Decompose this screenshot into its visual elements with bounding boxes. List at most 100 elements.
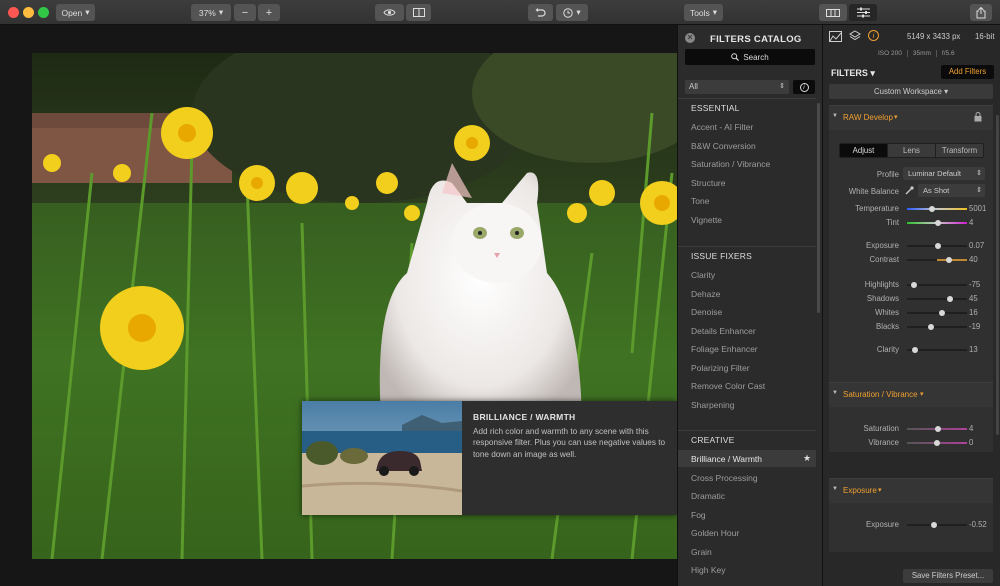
slider-handle[interactable] [946,257,952,263]
compare-button[interactable] [406,4,431,21]
minimize-window-button[interactable] [23,7,34,18]
history-button[interactable]: ▾ [556,4,588,21]
slider-track[interactable] [907,257,967,263]
catalog-item[interactable]: B&W Conversion [691,141,756,151]
slider-track[interactable] [907,243,967,249]
catalog-item[interactable]: Sharpening [691,400,734,410]
category-select[interactable]: All ⇕ [685,80,789,94]
slider-track[interactable] [907,347,967,353]
slider-track[interactable] [907,310,967,316]
sidebar-scrollbar[interactable] [996,115,999,435]
slider-handle[interactable] [929,206,936,212]
chevron-down-icon: ▾ [870,68,875,78]
slider-track[interactable] [907,282,967,288]
histogram-icon[interactable] [829,31,842,42]
raw-develop-header[interactable]: ▼ RAW Develop ▾ [829,106,993,130]
catalog-item[interactable]: Structure [691,178,726,188]
slider-label: Exposure [866,241,899,250]
slider-handle[interactable] [911,347,918,353]
catalog-item[interactable]: Brilliance / Warmth [691,454,762,464]
catalog-item[interactable]: Fog [691,510,706,520]
catalog-item[interactable]: Vignette [691,215,722,225]
open-button[interactable]: Open ▾ [56,4,95,21]
slider-handle[interactable] [931,522,937,528]
filmstrip-icon [826,8,840,17]
info-icon[interactable]: i [868,30,879,41]
slider-label: Contrast [869,255,899,264]
search-icon [731,53,740,61]
catalog-item[interactable]: Golden Hour [691,528,739,538]
filmstrip-button[interactable] [819,4,847,21]
sliders-icon [856,7,870,18]
slider-handle[interactable] [928,324,934,330]
catalog-item[interactable]: Cross Processing [691,473,758,483]
save-filters-preset-button[interactable]: Save Filters Preset... [903,569,993,583]
filters-heading[interactable]: FILTERS ▾ [831,68,875,79]
catalog-item[interactable]: Dehaze [691,289,720,299]
eye-icon [383,9,396,16]
slider-track[interactable] [907,206,967,212]
slider-handle[interactable] [934,440,940,446]
tab-lens[interactable]: Lens [887,144,935,157]
tools-button[interactable]: Tools ▾ [684,4,723,21]
catalog-scrollbar[interactable] [817,103,820,313]
catalog-item[interactable]: Clarity [691,270,715,280]
saturation-vibrance-header[interactable]: ▼ Saturation / Vibrance ▾ [829,383,993,407]
zoom-window-button[interactable] [38,7,49,18]
slider-track[interactable] [907,324,967,330]
zoom-select[interactable]: 37% ▾ [191,4,231,21]
exposure-header[interactable]: ▼ Exposure ▾ [829,479,993,503]
close-window-button[interactable] [8,7,19,18]
image-dimensions: 5149 x 3433 px [907,32,961,41]
favorite-star-icon[interactable]: ★ [803,453,811,464]
slider-handle[interactable] [947,296,954,302]
exposure-title: Exposure [843,486,877,495]
filter-preview-image [302,401,462,515]
workspace-select[interactable]: Custom Workspace ▾ [829,84,993,99]
catalog-item[interactable]: Foliage Enhancer [691,344,758,354]
catalog-item[interactable]: Saturation / Vibrance [691,159,770,169]
catalog-item[interactable]: Grain [691,547,712,557]
zoom-in-button[interactable]: + [258,4,280,21]
catalog-item[interactable]: Polarizing Filter [691,363,750,373]
slider-track[interactable] [907,426,967,432]
catalog-item[interactable]: High Key [691,565,726,575]
slider-handle[interactable] [935,426,942,432]
profile-select[interactable]: Luminar Default ⇕ [903,167,985,180]
slider-handle[interactable] [938,310,945,316]
info-icon: i [799,82,809,92]
lock-icon[interactable] [974,112,982,122]
layers-icon[interactable] [849,30,861,42]
share-button[interactable] [970,4,992,21]
slider-handle[interactable] [911,282,918,288]
zoom-out-button[interactable]: − [234,4,256,21]
slider-track[interactable] [907,440,967,446]
tab-adjust[interactable]: Adjust [840,144,887,157]
filters-panel-button[interactable] [849,4,877,21]
add-filters-button[interactable]: Add Filters [941,65,994,79]
catalog-item[interactable]: Details Enhancer [691,326,756,336]
catalog-item[interactable]: Dramatic [691,491,725,501]
preview-button[interactable] [375,4,404,21]
slider-track[interactable] [907,220,967,226]
eyedropper-icon[interactable] [905,186,914,195]
catalog-search-input[interactable]: Search [685,49,815,65]
slider-value: 45 [969,294,978,303]
slider-track[interactable] [907,296,967,302]
catalog-item[interactable]: Accent - AI Filter [691,122,753,132]
catalog-item[interactable]: Remove Color Cast [691,381,765,391]
catalog-item[interactable]: Denoise [691,307,722,317]
slider-handle[interactable] [935,243,942,249]
catalog-item[interactable]: Tone [691,196,709,206]
slider-handle[interactable] [935,220,942,226]
chevron-down-icon: ▾ [894,114,898,121]
slider-track[interactable] [907,522,967,528]
bit-depth: 16-bit [975,32,995,41]
filter-info-button[interactable]: i [793,80,815,94]
saturation-vibrance-title: Saturation / Vibrance [843,390,918,399]
undo-button[interactable] [528,4,553,21]
filters-catalog-panel: ✕ FILTERS CATALOG Search All ⇕ i ESSENTI… [677,25,822,586]
catalog-close-button[interactable]: ✕ [685,33,695,43]
white-balance-select[interactable]: As Shot ⇕ [918,184,985,197]
tab-transform[interactable]: Transform [935,144,983,157]
